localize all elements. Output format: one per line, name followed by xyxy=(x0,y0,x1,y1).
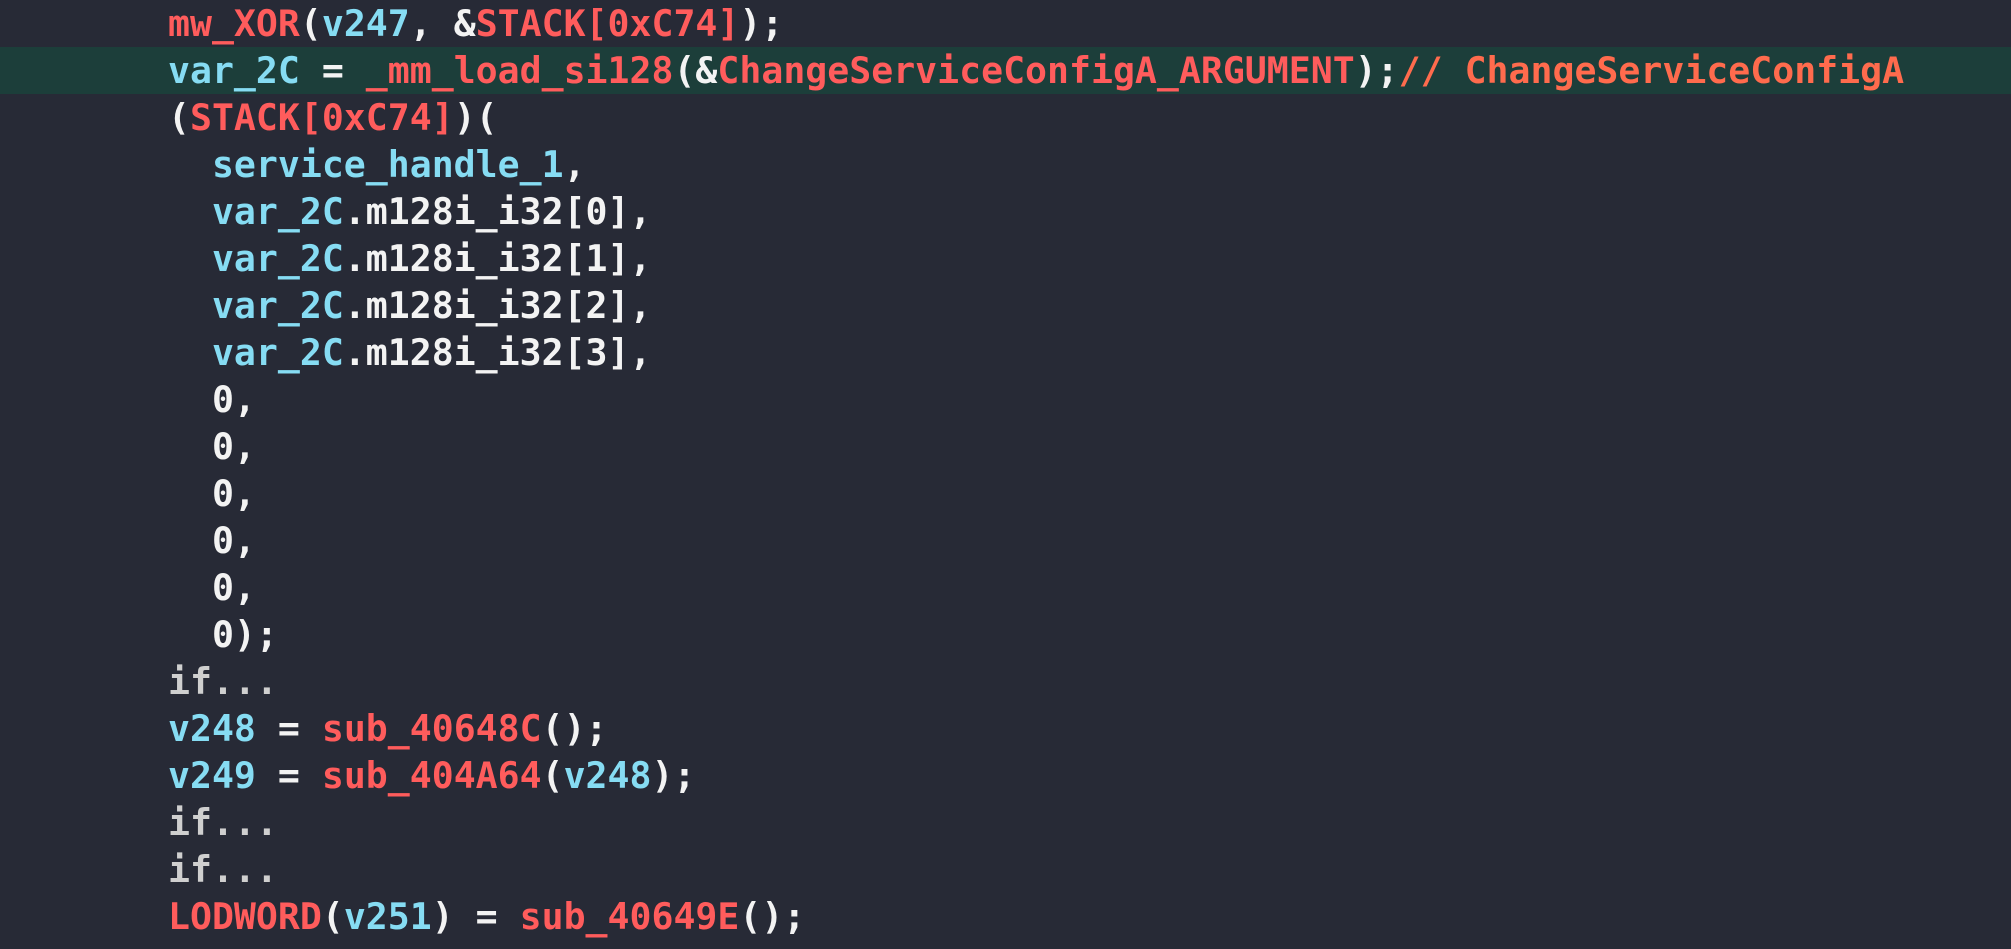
line-content: LODWORD(v251) = sub_40649E(); xyxy=(168,893,805,940)
code-line[interactable]: 0, xyxy=(0,470,2011,517)
code-line[interactable]: service_handle_1, xyxy=(0,141,2011,188)
code-text: , & xyxy=(409,2,476,45)
line-content: v249 = sub_404A64(v248); xyxy=(168,752,695,799)
code-text: 0, xyxy=(168,472,256,515)
function-token[interactable]: sub_40648C xyxy=(322,707,542,750)
line-content: 0, xyxy=(168,470,256,517)
code-line[interactable]: var_2C.m128i_i32[2], xyxy=(0,282,2011,329)
code-text: .m128i_i32[0], xyxy=(343,190,652,233)
variable-token[interactable]: var_2C xyxy=(212,237,344,280)
collapsed-block[interactable]: if... xyxy=(168,660,278,703)
code-text: 0); xyxy=(168,613,278,656)
code-text: ( xyxy=(299,2,322,45)
collapsed-block[interactable]: if... xyxy=(168,801,278,844)
code-text: ) = xyxy=(431,895,520,938)
code-line[interactable]: var_2C.m128i_i32[0], xyxy=(0,188,2011,235)
variable-token[interactable]: v251 xyxy=(344,895,432,938)
code-line[interactable]: mw_XOR(v247, &STACK[0xC74]); xyxy=(0,0,2011,47)
variable-token[interactable]: var_2C xyxy=(212,284,344,327)
variable-token[interactable]: var_2C xyxy=(168,49,300,92)
code-line[interactable]: if... xyxy=(0,799,2011,846)
code-line[interactable]: 0, xyxy=(0,564,2011,611)
code-text: .m128i_i32[1], xyxy=(343,237,652,280)
line-content: service_handle_1, xyxy=(168,141,586,188)
variable-token[interactable]: v248 xyxy=(168,707,256,750)
code-text: ( xyxy=(541,754,564,797)
function-token[interactable]: STACK[0xC74] xyxy=(190,96,454,139)
code-line[interactable]: 0, xyxy=(0,517,2011,564)
variable-token[interactable]: v248 xyxy=(564,754,652,797)
code-line[interactable]: v248 = sub_40648C(); xyxy=(0,705,2011,752)
code-text: 0, xyxy=(168,519,256,562)
code-text: ( xyxy=(321,895,344,938)
line-content: (STACK[0xC74])( xyxy=(168,94,498,141)
line-content: if... xyxy=(168,658,278,705)
variable-token[interactable]: service_handle_1 xyxy=(212,143,564,186)
pseudocode-view[interactable]: mw_XOR(v247, &STACK[0xC74]); var_2C = _mm… xyxy=(0,0,2011,949)
collapsed-block[interactable]: if... xyxy=(168,848,278,891)
code-line[interactable]: if... xyxy=(0,658,2011,705)
code-text: , xyxy=(563,143,586,186)
line-content: 0, xyxy=(168,376,256,423)
code-text: (& xyxy=(673,49,718,92)
function-token[interactable]: _mm_load_si128 xyxy=(366,49,674,92)
code-line[interactable]: 0); xyxy=(0,611,2011,658)
code-text: 0, xyxy=(168,425,256,468)
code-text: 0, xyxy=(168,378,256,421)
comment-token: // ChangeServiceConfigA xyxy=(1398,49,1905,92)
line-content: var_2C = _mm_load_si128(&ChangeServiceCo… xyxy=(168,47,1904,94)
variable-token[interactable]: var_2C xyxy=(212,331,344,374)
code-line[interactable]: LODWORD(v251) = sub_40649E(); xyxy=(0,893,2011,940)
code-line[interactable]: var_2C.m128i_i32[1], xyxy=(0,235,2011,282)
code-text: )( xyxy=(453,96,498,139)
code-text: .m128i_i32[2], xyxy=(343,284,652,327)
code-text: (); xyxy=(541,707,608,750)
code-text: ); xyxy=(651,754,696,797)
variable-token[interactable]: v247 xyxy=(322,2,410,45)
code-line[interactable]: (STACK[0xC74])( xyxy=(0,94,2011,141)
code-line[interactable]: v249 = sub_404A64(v248); xyxy=(0,752,2011,799)
code-line[interactable]: 0, xyxy=(0,423,2011,470)
function-token[interactable]: sub_404A64 xyxy=(322,754,542,797)
function-token[interactable]: ChangeServiceConfigA_ARGUMENT xyxy=(717,49,1354,92)
function-token[interactable]: LODWORD xyxy=(168,895,322,938)
line-content: 0); xyxy=(168,611,278,658)
code-text: = xyxy=(255,754,322,797)
line-content: 0, xyxy=(168,564,256,611)
code-text: (); xyxy=(739,895,806,938)
line-content: mw_XOR(v247, &STACK[0xC74]); xyxy=(168,0,783,47)
line-content: var_2C.m128i_i32[2], xyxy=(168,282,652,329)
line-content: 0, xyxy=(168,423,256,470)
code-line-current[interactable]: var_2C = _mm_load_si128(&ChangeServiceCo… xyxy=(0,47,2011,94)
code-text: 0, xyxy=(168,566,256,609)
function-token[interactable]: mw_XOR xyxy=(168,2,300,45)
line-content: var_2C.m128i_i32[0], xyxy=(168,188,652,235)
code-text: ( xyxy=(168,96,190,139)
line-content: v248 = sub_40648C(); xyxy=(168,705,608,752)
code-text: .m128i_i32[3], xyxy=(343,331,652,374)
line-content: if... xyxy=(168,799,278,846)
line-content: var_2C.m128i_i32[1], xyxy=(168,235,652,282)
code-line[interactable]: var_2C.m128i_i32[3], xyxy=(0,329,2011,376)
function-token[interactable]: STACK[0xC74] xyxy=(476,2,740,45)
variable-token[interactable]: v249 xyxy=(168,754,256,797)
code-text: ); xyxy=(739,2,784,45)
line-content: var_2C.m128i_i32[3], xyxy=(168,329,652,376)
line-content: 0, xyxy=(168,517,256,564)
code-text: = xyxy=(255,707,322,750)
line-content: if... xyxy=(168,846,278,893)
function-token[interactable]: sub_40649E xyxy=(520,895,740,938)
code-line[interactable]: 0, xyxy=(0,376,2011,423)
variable-token[interactable]: var_2C xyxy=(212,190,344,233)
code-line[interactable]: if... xyxy=(0,846,2011,893)
code-text: ); xyxy=(1354,49,1399,92)
code-text: = xyxy=(299,49,366,92)
